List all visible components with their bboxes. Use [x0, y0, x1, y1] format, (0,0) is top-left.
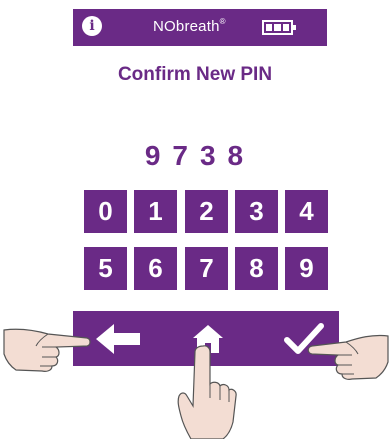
key-8[interactable]: 8: [235, 247, 278, 290]
key-1[interactable]: 1: [134, 190, 177, 233]
battery-icon: [262, 20, 296, 35]
key-0[interactable]: 0: [84, 190, 127, 233]
key-2[interactable]: 2: [185, 190, 228, 233]
key-9[interactable]: 9: [285, 247, 328, 290]
pin-display: 9738: [144, 140, 256, 171]
arrow-left-icon: [96, 323, 140, 354]
page-title: Confirm New PIN: [117, 64, 273, 85]
key-5[interactable]: 5: [84, 247, 127, 290]
key-6[interactable]: 6: [134, 247, 177, 290]
key-7[interactable]: 7: [185, 247, 228, 290]
bottom-pointing-hand-icon: [177, 345, 237, 439]
key-3[interactable]: 3: [235, 190, 278, 233]
left-pointing-hand-icon: [3, 328, 91, 372]
back-button[interactable]: [83, 311, 153, 366]
brand-logo: NObreath®: [153, 17, 226, 35]
key-4[interactable]: 4: [285, 190, 328, 233]
right-pointing-hand-icon: [307, 334, 389, 380]
info-icon[interactable]: i: [82, 16, 102, 36]
status-bar: i NObreath®: [73, 9, 327, 46]
